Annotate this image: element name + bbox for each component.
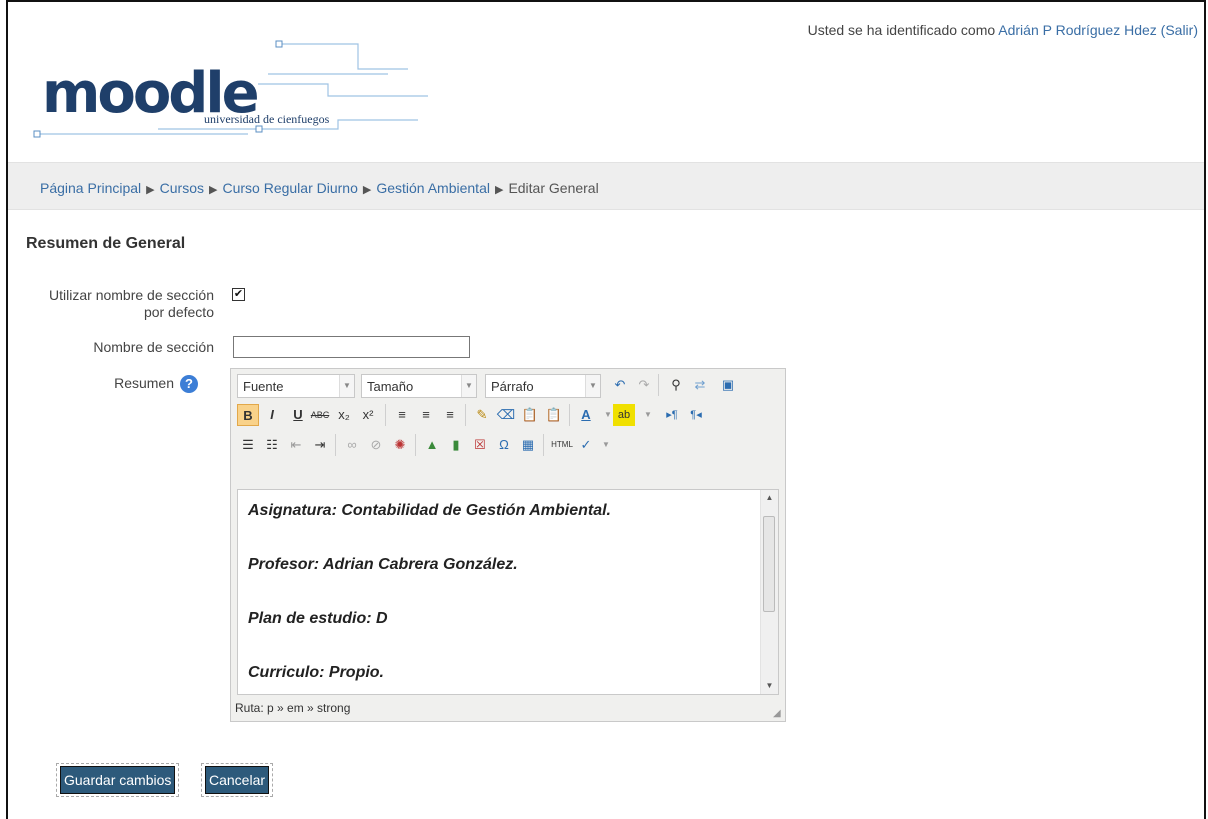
breadcrumb-current: Editar General [508,180,599,196]
highlight-color-icon[interactable]: ab [613,404,635,426]
insert-image-icon[interactable]: ▲ [421,434,443,456]
anchor-icon[interactable]: ✺ [389,434,411,456]
unlink-icon[interactable]: ⊘ [365,434,387,456]
ltr-icon[interactable]: ▸¶ [661,404,683,426]
bold-icon[interactable]: B [237,404,259,426]
size-select[interactable]: Tamaño ▼ [361,374,477,398]
navigation-bar: Página Principal ▶ Cursos ▶ Curso Regular Di… [8,162,1204,210]
site-logo[interactable]: moodle universidad de cienfuegos [8,24,478,154]
toolbar-divider [415,434,416,456]
chevron-down-icon: ▼ [585,375,600,397]
spellcheck-icon[interactable]: ✓ [575,434,597,456]
indent-icon[interactable]: ⇥ [309,434,331,456]
replace-icon[interactable]: ⇄ [689,374,711,396]
breadcrumb-item-courses[interactable]: Cursos [160,180,204,196]
numbered-list-icon[interactable]: ☷ [261,434,283,456]
toolbar-divider [543,434,544,456]
breadcrumb-separator-icon: ▶ [146,184,155,196]
breadcrumb: Página Principal ▶ Cursos ▶ Curso Regular Di… [40,180,599,196]
use-default-name-checkbox[interactable]: ✔ [232,288,245,301]
logo-subtitle: universidad de cienfuegos [204,112,330,126]
scroll-thumb[interactable] [763,516,775,612]
toolbar-row-1: Fuente ▼ Tamaño ▼ Párrafo ▼ ↶ ↷ ⚲ ⇄ ▣ [237,371,777,398]
html-source-icon[interactable]: HTML [549,434,575,456]
page-frame: moodle universidad de cienfuegos Usted s… [6,0,1206,819]
align-left-icon[interactable]: ≡ [391,404,413,426]
content-paragraph: Plan de estudio: D [248,610,388,627]
rtl-icon[interactable]: ¶◂ [685,404,707,426]
help-icon[interactable]: ? [180,375,198,393]
bullet-list-icon[interactable]: ☰ [237,434,259,456]
font-select[interactable]: Fuente ▼ [237,374,355,398]
redo-icon[interactable]: ↷ [633,374,655,396]
content-paragraph: Profesor: Adrian Cabrera González. [248,556,518,573]
format-select[interactable]: Párrafo ▼ [485,374,601,398]
special-char-icon[interactable]: Ω [493,434,515,456]
eraser-icon[interactable]: ⌫ [495,404,517,426]
toolbar-divider [465,404,466,426]
scroll-down-icon[interactable]: ▼ [761,678,778,694]
find-icon[interactable]: ⚲ [665,374,687,396]
resize-grip-icon[interactable]: ◢ [773,709,783,719]
chevron-down-icon: ▼ [461,375,476,397]
font-select-value: Fuente [243,379,284,394]
chevron-down-icon[interactable]: ▼ [595,434,617,456]
toolbar-row-2: B I U ABC x₂ x² ≡ ≡ ≡ ✎ ⌫ 📋 📋 A ▼ ab ▼ ▸… [237,401,777,427]
insert-media-icon[interactable]: ▮ [445,434,467,456]
toolbar-divider [335,434,336,456]
content-paragraph: Curriculo: Propio. [248,664,384,681]
breadcrumb-item-course[interactable]: Gestión Ambiental [376,180,490,196]
breadcrumb-separator-icon: ▶ [494,184,504,196]
toolbar-divider [569,404,570,426]
toolbar-divider [658,374,659,396]
breadcrumb-item-category[interactable]: Curso Regular Diurno [222,180,357,196]
text-color-icon[interactable]: A [575,404,597,426]
chevron-down-icon[interactable]: ▼ [637,404,659,426]
breadcrumb-separator-icon: ▶ [362,184,372,196]
summary-label: Resumen [114,375,174,391]
paste-text-icon[interactable]: 📋 [519,404,541,426]
align-right-icon[interactable]: ≡ [439,404,461,426]
editor-scrollbar[interactable]: ▲ ▼ [760,490,778,694]
nolink-icon[interactable]: ☒ [469,434,491,456]
editor-status-path: Ruta: p » em » strong [235,701,351,715]
align-center-icon[interactable]: ≡ [415,404,437,426]
breadcrumb-separator-icon: ▶ [209,184,218,196]
login-info: Usted se ha identificado como Adrián P R… [808,22,1198,38]
section-name-label: Nombre de sección [93,339,214,355]
strikethrough-icon[interactable]: ABC [309,404,331,426]
toolbar-row-3: ☰ ☷ ⇤ ⇥ ∞ ⊘ ✺ ▲ ▮ ☒ Ω ▦ HTML ✓ ▼ [237,431,777,457]
italic-icon[interactable]: I [261,404,283,426]
header: moodle universidad de cienfuegos Usted s… [8,2,1204,162]
table-icon[interactable]: ▦ [517,434,539,456]
fullscreen-icon[interactable]: ▣ [717,374,739,396]
save-button[interactable]: Guardar cambios [55,763,180,797]
cancel-button[interactable]: Cancelar [200,763,274,797]
content-paragraph: Asignatura: Contabilidad de Gestión Ambi… [248,502,611,519]
outdent-icon[interactable]: ⇤ [285,434,307,456]
superscript-icon[interactable]: x² [357,404,379,426]
login-prefix: Usted se ha identificado como [807,22,999,38]
underline-icon[interactable]: U [287,404,309,426]
breadcrumb-item-home[interactable]: Página Principal [40,180,141,196]
section-name-input[interactable] [233,336,470,358]
rich-text-editor: Fuente ▼ Tamaño ▼ Párrafo ▼ ↶ ↷ ⚲ ⇄ ▣ B … [230,368,786,722]
user-profile-link[interactable]: Adrián P Rodríguez Hdez [998,22,1157,38]
use-default-name-label: Utilizar nombre de sección por defecto [49,287,214,320]
logout-link[interactable]: (Salir) [1161,22,1198,38]
scroll-up-icon[interactable]: ▲ [761,490,778,506]
size-select-value: Tamaño [367,379,414,394]
paste-word-icon[interactable]: 📋 [543,404,565,426]
toolbar-divider [385,404,386,426]
editor-content-area[interactable]: Asignatura: Contabilidad de Gestión Ambi… [237,489,779,695]
chevron-down-icon: ▼ [339,375,354,397]
subscript-icon[interactable]: x₂ [333,404,355,426]
format-select-value: Párrafo [491,379,534,394]
page-title: Resumen de General [26,235,186,252]
clean-format-icon[interactable]: ✎ [471,404,493,426]
undo-icon[interactable]: ↶ [609,374,631,396]
link-icon[interactable]: ∞ [341,434,363,456]
